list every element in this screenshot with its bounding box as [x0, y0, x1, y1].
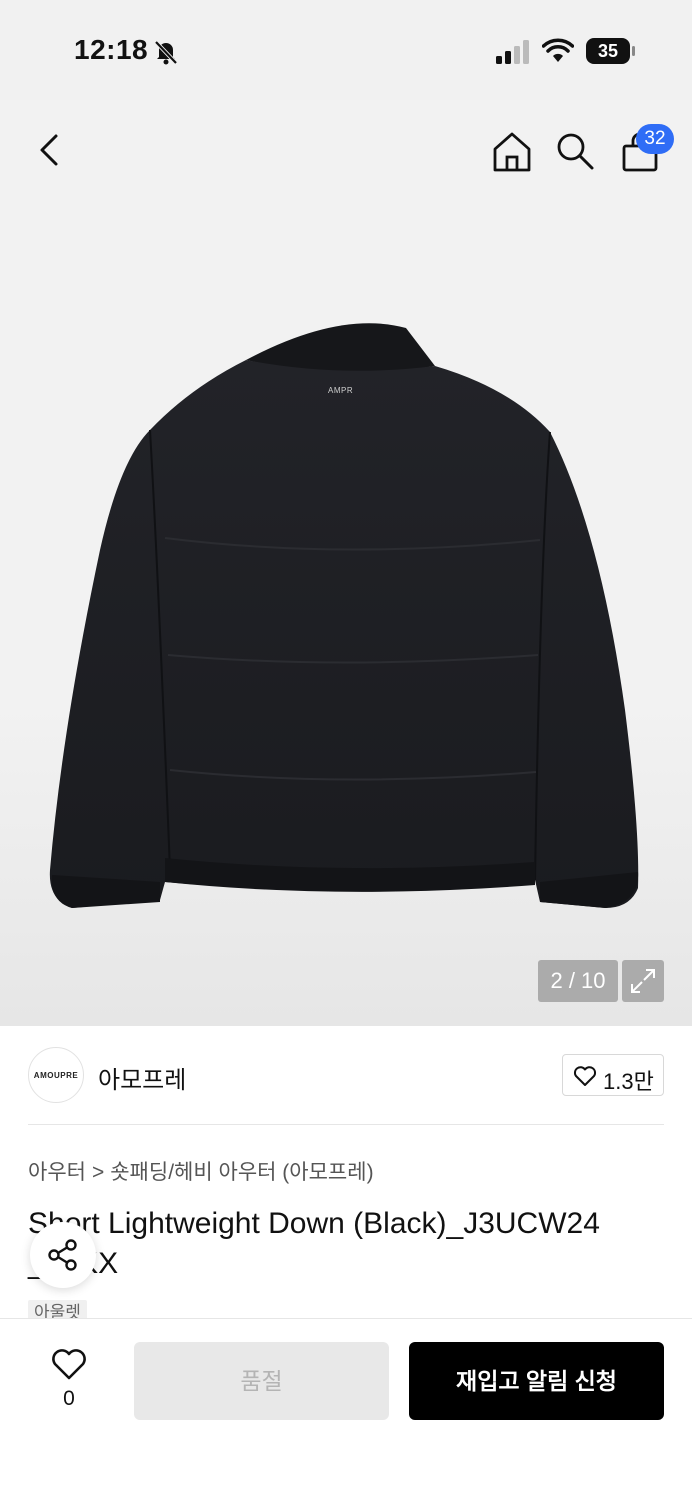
product-title: Short Lightweight Down (Black)_J3UCW24 _…	[28, 1207, 600, 1280]
bottom-action-bar: 0 품절 재입고 알림 신청	[0, 1318, 692, 1500]
restock-alert-button[interactable]: 재입고 알림 신청	[409, 1342, 664, 1420]
home-icon[interactable]	[490, 130, 534, 174]
heart-icon	[573, 1066, 597, 1086]
share-button[interactable]	[30, 1222, 96, 1288]
bell-muted-icon	[154, 40, 178, 65]
cart-count-badge: 32	[636, 124, 674, 154]
heart-icon[interactable]	[50, 1347, 88, 1381]
back-arrow-icon[interactable]	[30, 130, 70, 170]
expand-icon[interactable]	[622, 960, 664, 1002]
breadcrumb-item[interactable]: 숏패딩/헤비 아우터 (아모프레)	[110, 1161, 373, 1184]
cellular-signal-icon	[496, 40, 529, 64]
jacket-logo-text: AMPR	[328, 386, 354, 395]
wish-count: 0	[63, 1387, 75, 1410]
battery-level: 35	[586, 38, 630, 64]
chevron-right-icon: >	[91, 1161, 105, 1184]
brand-like-count: 1.3만	[603, 1069, 654, 1094]
brand-like-button[interactable]: 1.3만	[562, 1054, 664, 1096]
divider	[28, 1124, 664, 1125]
product-photo-jacket	[49, 323, 639, 908]
status-bar: 12:18 35	[0, 0, 692, 100]
wifi-icon	[542, 38, 574, 62]
image-counter: 2 / 10	[538, 960, 618, 1002]
soldout-button: 품절	[134, 1342, 389, 1420]
breadcrumb-item[interactable]: 아우터	[28, 1161, 86, 1184]
product-image-gallery[interactable]: 32 AMPR 2 / 10	[0, 100, 692, 1026]
battery-icon: 35	[586, 38, 636, 64]
brand-logo[interactable]: AMOUPRE	[28, 1047, 84, 1103]
status-time: 12:18	[74, 34, 149, 65]
share-icon	[48, 1239, 77, 1271]
breadcrumb: 아우터 > 숏패딩/헤비 아우터 (아모프레)	[28, 1156, 374, 1186]
search-icon[interactable]	[554, 130, 596, 172]
brand-name[interactable]: 아모프레	[98, 1060, 186, 1095]
